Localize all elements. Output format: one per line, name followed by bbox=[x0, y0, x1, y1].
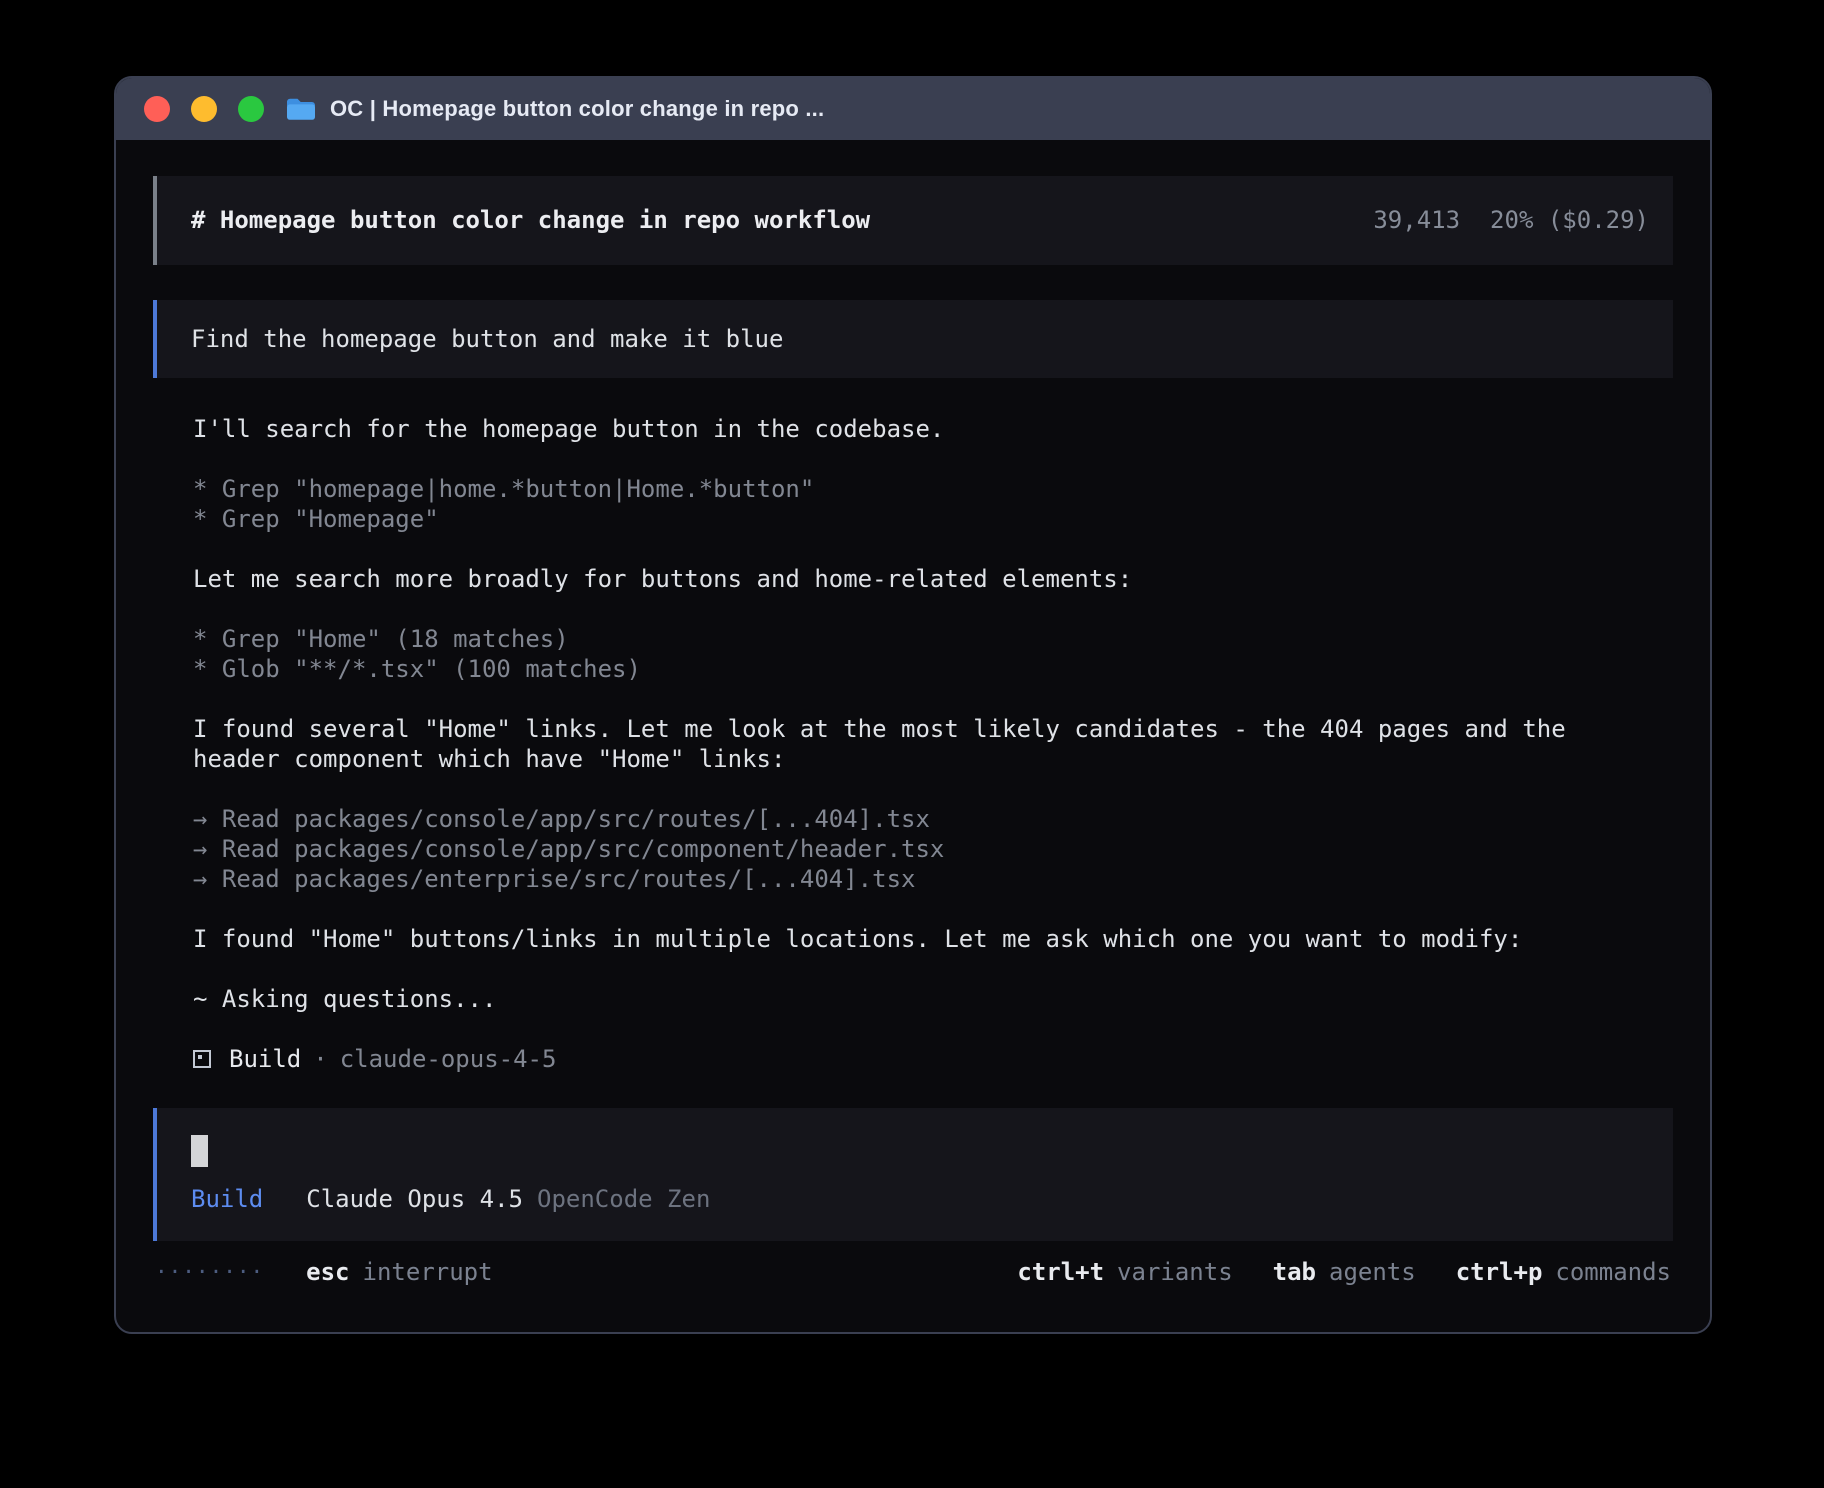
input-mode: Build bbox=[191, 1184, 263, 1214]
tool-call-grep: * Grep "Homepage" bbox=[193, 504, 1673, 534]
shortcut-key: ctrl+p bbox=[1456, 1257, 1543, 1287]
assistant-status-text: ~ Asking questions... bbox=[193, 984, 1673, 1014]
terminal-content: # Homepage button color change in repo w… bbox=[116, 140, 1710, 1332]
session-title: # Homepage button color change in repo w… bbox=[191, 205, 870, 236]
session-stats: 39,413 20% ($0.29) bbox=[1373, 205, 1649, 236]
status-bar: ········ esc interrupt ctrl+t variants t… bbox=[153, 1257, 1673, 1287]
zoom-button[interactable] bbox=[238, 96, 264, 122]
assistant-text: I'll search for the homepage button in t… bbox=[193, 414, 1673, 444]
tool-call-grep: * Grep "Home" (18 matches) bbox=[193, 624, 1673, 654]
user-message-text: Find the homepage button and make it blu… bbox=[191, 325, 783, 353]
shortcut-label: agents bbox=[1329, 1257, 1416, 1287]
shortcut-variants: ctrl+t variants bbox=[1017, 1257, 1232, 1287]
assistant-transcript: I'll search for the homepage button in t… bbox=[193, 414, 1673, 1074]
spinner-dots: ········ bbox=[155, 1257, 264, 1287]
titlebar: OC | Homepage button color change in rep… bbox=[116, 78, 1710, 140]
minimize-button[interactable] bbox=[191, 96, 217, 122]
shortcut-commands: ctrl+p commands bbox=[1456, 1257, 1671, 1287]
token-count: 39,413 bbox=[1373, 205, 1460, 236]
shortcut-key: tab bbox=[1273, 1257, 1316, 1287]
context-cost: 20% ($0.29) bbox=[1490, 205, 1649, 236]
agent-name: Build bbox=[229, 1044, 301, 1074]
tool-call-glob: * Glob "**/*.tsx" (100 matches) bbox=[193, 654, 1673, 684]
close-button[interactable] bbox=[144, 96, 170, 122]
window-title: OC | Homepage button color change in rep… bbox=[330, 96, 824, 122]
shortcut-interrupt: esc interrupt bbox=[306, 1257, 492, 1287]
shortcut-agents: tab agents bbox=[1273, 1257, 1416, 1287]
folder-icon bbox=[286, 97, 316, 121]
prompt-input[interactable]: Build Claude Opus 4.5 OpenCode Zen bbox=[153, 1108, 1673, 1241]
assistant-text: I found "Home" buttons/links in multiple… bbox=[193, 924, 1673, 954]
traffic-lights bbox=[144, 96, 264, 122]
shortcut-label: commands bbox=[1555, 1257, 1671, 1287]
agent-status-line: Build · claude-opus-4-5 bbox=[193, 1044, 1673, 1074]
input-provider: OpenCode Zen bbox=[537, 1184, 710, 1214]
shortcut-key: esc bbox=[306, 1257, 349, 1287]
shortcut-label: interrupt bbox=[363, 1257, 493, 1287]
agent-separator: · bbox=[313, 1044, 327, 1074]
agent-model: claude-opus-4-5 bbox=[340, 1044, 557, 1074]
session-header: # Homepage button color change in repo w… bbox=[153, 176, 1673, 265]
shortcut-label: variants bbox=[1117, 1257, 1233, 1287]
assistant-text: I found several "Home" links. Let me loo… bbox=[193, 714, 1593, 774]
input-mode-line: Build Claude Opus 4.5 OpenCode Zen bbox=[191, 1184, 1639, 1214]
tool-call-read: → Read packages/enterprise/src/routes/[.… bbox=[193, 864, 1673, 894]
text-cursor bbox=[191, 1135, 208, 1167]
tool-call-read: → Read packages/console/app/src/componen… bbox=[193, 834, 1673, 864]
agent-icon bbox=[193, 1050, 211, 1068]
tool-call-read: → Read packages/console/app/src/routes/[… bbox=[193, 804, 1673, 834]
input-model: Claude Opus 4.5 bbox=[306, 1184, 523, 1214]
shortcut-key: ctrl+t bbox=[1017, 1257, 1104, 1287]
assistant-text: Let me search more broadly for buttons a… bbox=[193, 564, 1673, 594]
terminal-window: OC | Homepage button color change in rep… bbox=[114, 76, 1712, 1334]
user-message: Find the homepage button and make it blu… bbox=[153, 300, 1673, 378]
tool-call-grep: * Grep "homepage|home.*button|Home.*butt… bbox=[193, 474, 1673, 504]
